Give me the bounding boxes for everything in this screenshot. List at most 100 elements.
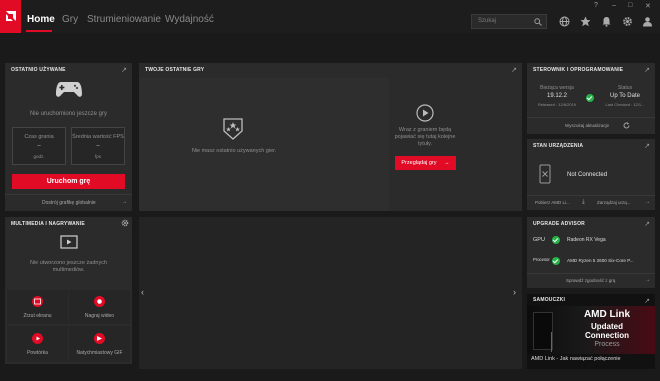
active-tab-indicator — [26, 30, 52, 32]
check-compatibility-link[interactable]: Sprawdź zgodność z grą — [566, 278, 615, 283]
record-video-label: Nagraj wideo — [84, 313, 115, 319]
tutorials-panel[interactable]: SAMOUCZKI ↗ AMD Link Updated Connection … — [527, 294, 655, 369]
expand-icon[interactable]: ↗ — [644, 66, 650, 74]
tab-performance[interactable]: Wydajność — [165, 14, 214, 25]
tutorial-thumbnail[interactable]: AMD Link Updated Connection Process — [527, 306, 655, 354]
maximize-button[interactable]: □ — [628, 2, 632, 9]
arrow-right-icon[interactable]: → — [645, 199, 650, 205]
playtime-label: Czas grania — [24, 134, 54, 140]
tune-graphics-link[interactable]: Dostrój grafikę globalnie — [42, 200, 96, 206]
browse-games-label: Przeglądaj gry — [401, 160, 437, 166]
gpu-value: Radeon RX Vega — [567, 237, 606, 243]
gif-icon — [94, 333, 105, 344]
arrow-right-icon: → — [444, 160, 450, 166]
globe-icon[interactable] — [559, 16, 570, 27]
media-panel: MULTIMEDIA I NAGRYWANIE Nie utworzono je… — [5, 217, 132, 364]
divider — [527, 117, 655, 118]
close-button[interactable]: ✕ — [645, 2, 651, 10]
tab-home[interactable]: Home — [27, 14, 55, 25]
instant-gif-label: Natychmiastowy GIF — [76, 350, 123, 356]
arrow-right-icon[interactable]: → — [122, 199, 127, 205]
check-updates-link[interactable]: Wyszukaj aktualizacje — [565, 123, 609, 128]
launch-game-button[interactable]: Uruchom grę — [12, 174, 125, 189]
expand-icon[interactable]: ↗ — [644, 142, 650, 150]
phone-icon — [539, 164, 551, 184]
gear-icon[interactable] — [622, 16, 633, 27]
arrow-right-icon[interactable]: → — [645, 277, 650, 283]
fps-label: Średnia wartość FPS — [72, 134, 124, 140]
phone-edge — [551, 332, 552, 352]
divider — [527, 195, 655, 196]
chevron-right-icon[interactable]: › — [513, 287, 516, 297]
download-amd-link[interactable]: Pobierz AMD Li... — [535, 200, 570, 205]
expand-icon[interactable]: ↗ — [511, 66, 517, 74]
record-video-button[interactable]: Nagraj wideo — [69, 290, 130, 324]
amd-arrow-icon — [6, 11, 16, 21]
top-bar: Home Gry Strumieniowanie Wydajność Szuka… — [0, 0, 660, 33]
gpu-label: GPU — [533, 237, 545, 243]
cpu-value: AMD Ryzen 5 2600 Six-Core P... — [567, 258, 634, 263]
user-icon[interactable] — [642, 16, 653, 27]
screenshot-label: Zrzut ekranu — [23, 313, 52, 319]
badge-stars-icon — [223, 118, 243, 140]
media-carousel: ‹ › — [139, 217, 522, 369]
refresh-icon[interactable] — [623, 122, 630, 129]
recent-used-title: OSTATNIO UŻYWANE — [11, 67, 66, 73]
cpu-label: Procesor — [533, 257, 550, 262]
playtime-unit: godz. — [33, 154, 45, 159]
manage-devices-link[interactable]: Zarządzaj urzą... — [597, 200, 631, 205]
installed-label: Bieżąca wersja — [540, 85, 574, 91]
driver-panel: STEROWNIK I OPROGRAMOWANIE ↗ Bieżąca wer… — [527, 63, 655, 134]
amd-logo[interactable] — [0, 0, 21, 33]
empty-games-area: Nie masz ostatnio używanych gier. — [139, 78, 389, 211]
browse-games-button[interactable]: Przeglądaj gry → — [395, 156, 456, 170]
minimize-button[interactable]: – — [612, 2, 616, 9]
device-status-title: STAN URZĄDZENIA — [533, 143, 584, 149]
expand-icon[interactable]: ↗ — [644, 220, 650, 228]
divider — [527, 273, 655, 274]
screenshot-button[interactable]: Zrzut ekranu — [7, 290, 68, 324]
installed-version: 19.12.2 — [546, 93, 568, 99]
replay-button[interactable]: Powtórka — [7, 326, 68, 362]
no-recent-games-text: Nie masz ostatnio używanych gier. — [191, 148, 277, 154]
instant-gif-button[interactable]: Natychmiastowy GIF — [69, 326, 130, 362]
tab-games[interactable]: Gry — [62, 14, 78, 25]
expand-icon[interactable]: ↗ — [121, 66, 127, 74]
playtime-value: – — [37, 143, 41, 149]
tab-streaming[interactable]: Strumieniowanie — [87, 14, 161, 25]
replay-icon — [32, 333, 43, 344]
search-icon — [534, 18, 542, 26]
bell-icon[interactable] — [601, 16, 612, 27]
tutorial-caption[interactable]: AMD Link - Jak nawiązać połączenie — [531, 356, 621, 362]
fps-value: – — [96, 143, 100, 149]
fps-stat: Średnia wartość FPS – fps — [71, 127, 125, 165]
expand-icon[interactable]: ↗ — [644, 297, 650, 305]
divider — [5, 194, 132, 195]
playtime-stat: Czas grania – godz. — [12, 127, 66, 165]
upgrade-advisor-panel: UPGRADE ADVISOR ↗ GPU Radeon RX Vega Pro… — [527, 217, 655, 288]
recent-used-panel: OSTATNIO UŻYWANE ↗ Nie uruchomiono jeszc… — [5, 63, 132, 211]
gear-icon[interactable] — [121, 219, 129, 227]
search-input[interactable]: Szukaj — [471, 14, 547, 29]
download-icon[interactable]: ⤓ — [582, 199, 585, 206]
tutorials-title: SAMOUCZKI — [533, 297, 566, 303]
release-date: Released : 12/6/2019 — [537, 102, 577, 107]
recent-games-panel: TWOJE OSTATNIE GRY ↗ Nie masz ostatnio u… — [139, 63, 522, 211]
media-player-icon — [60, 235, 78, 249]
record-icon — [94, 296, 105, 307]
media-title: MULTIMEDIA I NAGRYWANIE — [11, 221, 85, 227]
no-game-message: Nie uruchomiono jeszcze gry — [29, 111, 108, 117]
star-icon[interactable] — [580, 16, 591, 27]
phone-image — [533, 312, 553, 350]
help-button[interactable]: ? — [594, 2, 598, 9]
thumbnail-line-3: Process — [594, 341, 620, 348]
chevron-left-icon[interactable]: ‹ — [141, 287, 144, 297]
check-icon — [552, 236, 560, 244]
status-label: Status — [617, 85, 633, 91]
promo-text: Wraz z graniem będą pojawiać się tutaj k… — [394, 127, 456, 147]
recent-games-title: TWOJE OSTATNIE GRY — [145, 67, 205, 73]
thumbnail-line-1: Updated — [591, 322, 623, 331]
last-checked: Last Checked : 12/1... — [605, 102, 645, 107]
thumbnail-title: AMD Link — [583, 309, 631, 320]
status-value: Up To Date — [610, 93, 640, 99]
